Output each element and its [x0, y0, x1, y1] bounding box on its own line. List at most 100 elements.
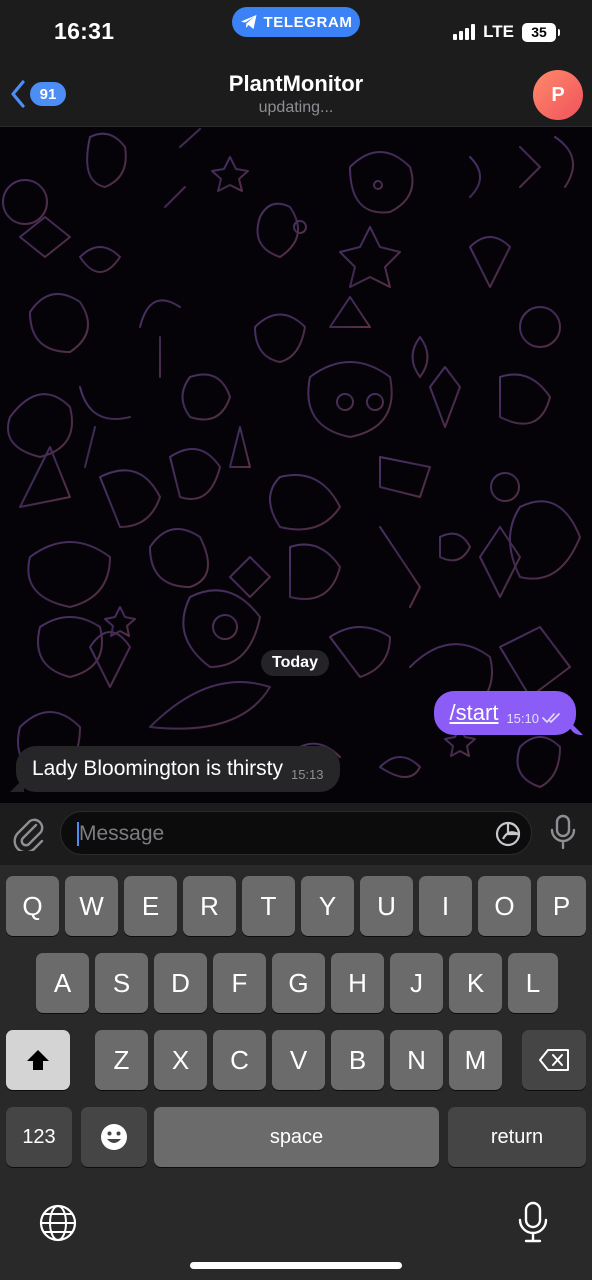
- dictation-mic-icon: [518, 1201, 548, 1243]
- globe-key[interactable]: [38, 1203, 78, 1248]
- key-m[interactable]: M: [449, 1030, 502, 1090]
- numbers-key[interactable]: 123: [6, 1107, 72, 1167]
- key-label: return: [490, 1125, 544, 1148]
- key-label: H: [348, 967, 367, 998]
- key-label: V: [289, 1044, 308, 1075]
- message-input-field[interactable]: [60, 811, 532, 856]
- key-k[interactable]: K: [449, 953, 502, 1013]
- key-o[interactable]: O: [478, 876, 531, 936]
- microphone-icon: [550, 814, 576, 850]
- status-time: 16:31: [54, 18, 115, 44]
- message-list[interactable]: Today /start 15:10 Lady Bloomington is t…: [0, 127, 592, 803]
- key-t[interactable]: T: [242, 876, 295, 936]
- key-label: B: [348, 1044, 367, 1075]
- key-z[interactable]: Z: [95, 1030, 148, 1090]
- key-label: M: [464, 1044, 487, 1075]
- shift-arrow-icon: [27, 1050, 49, 1070]
- space-key[interactable]: space: [154, 1107, 439, 1167]
- key-d[interactable]: D: [154, 953, 207, 1013]
- key-label: J: [410, 967, 423, 998]
- network-type: LTE: [483, 22, 514, 41]
- key-u[interactable]: U: [360, 876, 413, 936]
- key-label: O: [494, 890, 515, 921]
- key-n[interactable]: N: [390, 1030, 443, 1090]
- message-time: 15:13: [290, 766, 324, 782]
- key-x[interactable]: X: [154, 1030, 207, 1090]
- key-y[interactable]: Y: [301, 876, 354, 936]
- telegram-pill-label: TELEGRAM: [263, 13, 353, 31]
- key-label: W: [79, 890, 104, 921]
- key-b[interactable]: B: [331, 1030, 384, 1090]
- keyboard: Q W E R T Y U I O P A S D F G H J K L Z …: [0, 865, 592, 1280]
- key-label: E: [141, 890, 160, 921]
- key-label: K: [466, 967, 485, 998]
- key-s[interactable]: S: [95, 953, 148, 1013]
- composer-bar: [0, 803, 592, 865]
- key-h[interactable]: H: [331, 953, 384, 1013]
- double-check-icon: [542, 713, 560, 723]
- voice-message-button[interactable]: [550, 814, 576, 855]
- key-label: R: [200, 890, 219, 921]
- sticker-icon: [495, 821, 521, 847]
- key-label: 123: [22, 1125, 56, 1148]
- key-e[interactable]: E: [124, 876, 177, 936]
- key-c[interactable]: C: [213, 1030, 266, 1090]
- message-bubble-incoming[interactable]: Lady Bloomington is thirsty 15:13: [16, 746, 340, 792]
- key-j[interactable]: J: [390, 953, 443, 1013]
- chat-header: 91 PlantMonitor updating... P: [0, 64, 592, 127]
- key-label: L: [525, 967, 541, 998]
- battery-level: 35: [531, 24, 547, 40]
- key-label: Q: [22, 890, 43, 921]
- sticker-button[interactable]: [495, 821, 521, 852]
- backspace-key[interactable]: [522, 1030, 586, 1090]
- shift-key[interactable]: [6, 1030, 70, 1090]
- key-label: space: [269, 1125, 324, 1148]
- key-label: I: [441, 890, 450, 921]
- message-bubble-outgoing[interactable]: /start 15:10: [433, 691, 576, 735]
- key-a[interactable]: A: [36, 953, 89, 1013]
- dictation-key[interactable]: [518, 1201, 548, 1250]
- key-l[interactable]: L: [508, 953, 558, 1013]
- date-separator-label: Today: [272, 654, 318, 671]
- key-w[interactable]: W: [65, 876, 118, 936]
- message-text: Lady Bloomington is thirsty: [32, 757, 283, 780]
- key-label: X: [171, 1044, 190, 1075]
- backspace-icon: [539, 1049, 569, 1071]
- chat-title-block[interactable]: PlantMonitor updating...: [0, 71, 592, 117]
- chat-title: PlantMonitor: [228, 71, 364, 96]
- key-label: Y: [318, 890, 337, 921]
- key-label: S: [112, 967, 131, 998]
- key-r[interactable]: R: [183, 876, 236, 936]
- cellular-signal-icon: [453, 24, 476, 40]
- key-label: A: [53, 967, 72, 998]
- key-f[interactable]: F: [213, 953, 266, 1013]
- key-label: P: [552, 890, 571, 921]
- message-meta: 15:10: [506, 711, 562, 726]
- key-label: G: [288, 967, 309, 998]
- telegram-plane-icon: [240, 15, 257, 29]
- status-bar: 16:31 TELEGRAM LTE 35: [0, 0, 592, 64]
- key-p[interactable]: P: [537, 876, 586, 936]
- avatar[interactable]: P: [533, 70, 583, 120]
- emoji-icon: [101, 1124, 127, 1150]
- key-label: N: [407, 1044, 426, 1075]
- key-q[interactable]: Q: [6, 876, 59, 936]
- return-key[interactable]: return: [448, 1107, 586, 1167]
- globe-icon: [39, 1204, 77, 1242]
- bot-command-link[interactable]: /start: [450, 700, 499, 726]
- avatar-letter: P: [551, 83, 565, 106]
- home-indicator[interactable]: [190, 1262, 402, 1269]
- key-label: Z: [113, 1044, 130, 1075]
- message-time: 15:10: [506, 710, 539, 726]
- key-v[interactable]: V: [272, 1030, 325, 1090]
- message-input[interactable]: [77, 812, 481, 856]
- key-g[interactable]: G: [272, 953, 325, 1013]
- emoji-key[interactable]: [81, 1107, 147, 1167]
- key-i[interactable]: I: [419, 876, 472, 936]
- paperclip-icon: [13, 818, 44, 854]
- date-separator: Today: [261, 650, 329, 676]
- attach-button[interactable]: [12, 815, 46, 856]
- chat-status: updating...: [258, 99, 334, 116]
- telegram-pill[interactable]: TELEGRAM: [232, 7, 360, 37]
- key-label: U: [377, 890, 396, 921]
